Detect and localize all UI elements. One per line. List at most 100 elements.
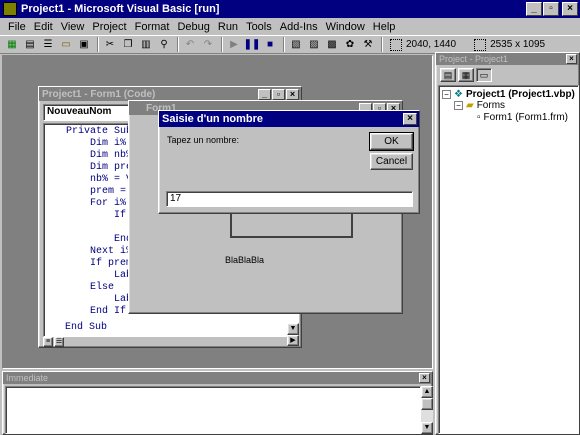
undo-icon[interactable]: ↶ (182, 37, 198, 52)
dialog-close-button[interactable]: × (403, 113, 417, 125)
code-close-button[interactable]: × (286, 88, 299, 100)
project-explorer-title: Project - Project1 (439, 54, 509, 64)
toggle-folders-icon[interactable]: ▭ (476, 68, 492, 82)
toolbar-separator (283, 37, 285, 52)
code-scroll-right-icon[interactable]: ▶ (287, 335, 299, 346)
scroll-down-icon[interactable]: ▼ (421, 422, 433, 434)
menu-help[interactable]: Help (369, 21, 400, 33)
project-icon: ❖ (454, 89, 463, 100)
immediate-title-bar[interactable]: Immediate × (3, 372, 432, 384)
code-line: For i% (66, 198, 127, 209)
save-project-icon[interactable]: ▣ (76, 37, 92, 52)
object-browser-icon[interactable]: ✿ (342, 37, 358, 52)
size-value: 2535 x 1095 (490, 39, 546, 50)
app-title: Project1 - Microsoft Visual Basic [run] (21, 3, 220, 15)
scroll-thumb[interactable] (421, 398, 433, 410)
dialog-title: Saisie d'un nombre (162, 113, 264, 125)
start-icon[interactable]: ▶ (226, 37, 242, 52)
menu-add-ins[interactable]: Add-Ins (276, 21, 322, 33)
scroll-up-icon[interactable]: ▲ (421, 386, 433, 398)
project-explorer-close-button[interactable]: × (566, 54, 577, 64)
code-window-title: Project1 - Form1 (Code) (42, 88, 156, 100)
view-object-icon[interactable]: ▦ (458, 68, 474, 82)
find-icon[interactable]: ⚲ (156, 37, 172, 52)
toolbar-separator (221, 37, 223, 52)
folder-icon: ▰ (466, 100, 474, 111)
app-title-bar: Project1 - Microsoft Visual Basic [run] … (0, 0, 580, 18)
paste-icon[interactable]: ▥ (138, 37, 154, 52)
position-value: 2040, 1440 (406, 39, 457, 50)
immediate-scrollbar[interactable]: ▲ ▼ (421, 386, 433, 434)
procedure-view-icon[interactable]: ≡ (43, 337, 53, 347)
cancel-button[interactable]: Cancel (370, 153, 413, 170)
code-line: Dim pre (66, 162, 133, 173)
menu-window[interactable]: Window (322, 21, 369, 33)
toolbox-icon[interactable]: ⚒ (360, 37, 376, 52)
add-project-icon[interactable]: ▦ (4, 37, 20, 52)
project-explorer-toolbar: ▤ ▦ ▭ (436, 65, 579, 85)
code-line: nb% = V (66, 174, 133, 185)
view-code-icon[interactable]: ▤ (440, 68, 456, 82)
view-mode-buttons: ≡ ☰ (43, 337, 73, 347)
code-line: End (66, 234, 133, 245)
menu-tools[interactable]: Tools (242, 21, 276, 33)
code-minimize-button[interactable]: _ (258, 88, 271, 100)
immediate-text-area[interactable] (5, 386, 421, 434)
code-line: If prem (66, 258, 133, 269)
size-icon (474, 38, 487, 51)
toolbar-separator (177, 37, 179, 52)
maximize-button[interactable]: ▫ (543, 2, 559, 16)
code-maximize-button[interactable]: ▫ (272, 88, 285, 100)
form-layout-icon[interactable]: ▩ (324, 37, 340, 52)
form1-item-label: Form1 (Form1.frm) (483, 112, 568, 123)
toolbar-separator (97, 37, 99, 52)
menu-editor-icon[interactable]: ☰ (40, 37, 56, 52)
menu-project[interactable]: Project (88, 21, 130, 33)
cut-icon[interactable]: ✂ (102, 37, 118, 52)
menu-format[interactable]: Format (131, 21, 174, 33)
code-scroll-down-icon[interactable]: ▼ (287, 323, 299, 335)
collapse-icon[interactable]: − (442, 90, 451, 99)
dialog-title-bar[interactable]: Saisie d'un nombre × (159, 111, 419, 127)
menu-file[interactable]: File (4, 21, 30, 33)
number-input[interactable]: 17 (166, 191, 413, 207)
immediate-window: Immediate × ▲ ▼ (2, 371, 433, 435)
forms-folder-label: Forms (476, 100, 506, 111)
break-icon[interactable]: ❚❚ (244, 37, 261, 52)
tree-forms-node[interactable]: − ▰ Forms (454, 100, 505, 111)
close-button[interactable]: × (562, 2, 578, 16)
redo-icon[interactable]: ↷ (200, 37, 216, 52)
menu-edit[interactable]: Edit (30, 21, 57, 33)
full-module-view-icon[interactable]: ☰ (54, 337, 64, 347)
code-line: Lab (66, 270, 133, 281)
copy-icon[interactable]: ❐ (120, 37, 136, 52)
open-project-icon[interactable]: ▭ (58, 37, 74, 52)
position-readout: 2040, 1440 (390, 38, 457, 51)
add-form-icon[interactable]: ▤ (22, 37, 38, 52)
code-line: If (66, 210, 127, 221)
form-icon: ▫ (477, 112, 481, 123)
size-readout: 2535 x 1095 (474, 38, 546, 51)
immediate-close-button[interactable]: × (419, 373, 430, 383)
tree-form1-node[interactable]: ▫ Form1 (Form1.frm) (477, 112, 568, 123)
ok-button[interactable]: OK (369, 132, 414, 151)
menu-debug[interactable]: Debug (173, 21, 213, 33)
minimize-button[interactable]: _ (526, 2, 542, 16)
project-tree[interactable]: − ❖ Project1 (Project1.vbp) − ▰ Forms ▫ … (438, 85, 579, 434)
project-explorer-title-bar[interactable]: Project - Project1 × (436, 53, 579, 65)
menu-view[interactable]: View (57, 21, 89, 33)
code-line: prem = (66, 186, 127, 197)
input-dialog[interactable]: Saisie d'un nombre × Tapez un nombre: OK… (158, 110, 420, 214)
properties-window-icon[interactable]: ▨ (306, 37, 322, 52)
immediate-title: Immediate (6, 373, 49, 383)
collapse-icon[interactable]: − (454, 101, 463, 110)
menu-run[interactable]: Run (214, 21, 242, 33)
code-line: End If (66, 306, 127, 317)
code-line: Next i% (66, 246, 133, 257)
tree-project-node[interactable]: − ❖ Project1 (Project1.vbp) (442, 89, 575, 100)
project-explorer-icon[interactable]: ▧ (288, 37, 304, 52)
end-icon[interactable]: ■ (262, 37, 278, 52)
code-window-title-bar[interactable]: Project1 - Form1 (Code) _ ▫ × (39, 87, 301, 101)
code-line: Private Sub (66, 126, 133, 137)
vb-app-icon (3, 2, 17, 16)
